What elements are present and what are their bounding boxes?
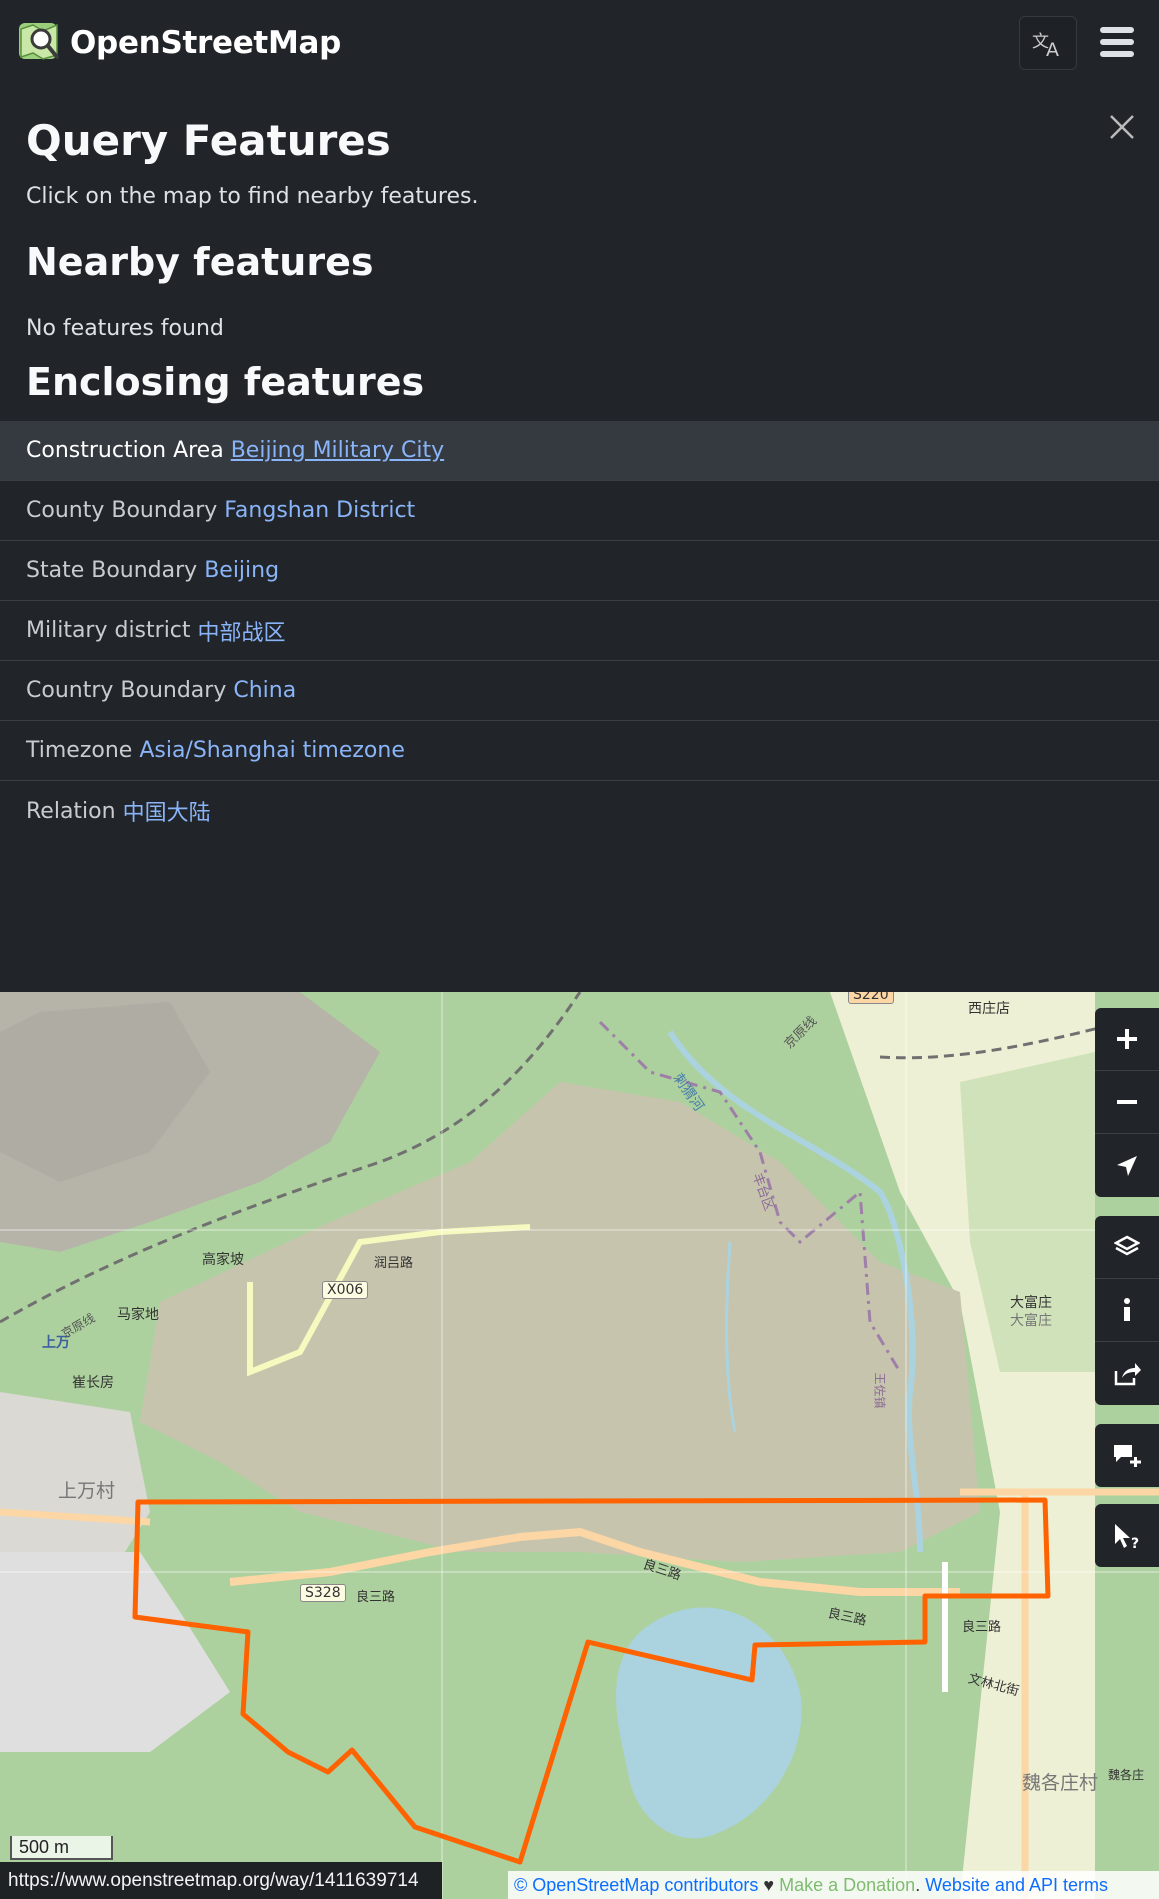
translate-icon: 文 A bbox=[1032, 32, 1059, 59]
map-label: 马家地 bbox=[117, 1307, 159, 1323]
feature-link[interactable]: 中部战区 bbox=[198, 615, 286, 647]
enclosing-feature-item[interactable]: Country Boundary China bbox=[0, 661, 1159, 721]
layers-button[interactable] bbox=[1095, 1216, 1159, 1279]
enclosing-feature-item[interactable]: Construction Area Beijing Military City bbox=[0, 421, 1159, 481]
zoom-in-icon bbox=[1117, 1029, 1137, 1049]
svg-text:A: A bbox=[1046, 39, 1059, 59]
feature-link[interactable]: Beijing bbox=[204, 558, 279, 583]
add-note-button[interactable] bbox=[1095, 1424, 1159, 1487]
map-label: 润吕路 bbox=[374, 1256, 414, 1271]
hamburger-menu-icon bbox=[1100, 27, 1134, 57]
road-shield: X006 bbox=[322, 1281, 369, 1299]
map-label: 大富庄 bbox=[1010, 1295, 1052, 1311]
nearby-empty-message: No features found bbox=[26, 316, 224, 341]
heart-icon: ♥ bbox=[763, 1875, 775, 1895]
map-label: 王佐镇 bbox=[872, 1372, 887, 1409]
enclosing-feature-item[interactable]: Relation 中国大陆 bbox=[0, 781, 1159, 841]
feature-type: Military district bbox=[26, 618, 191, 643]
locate-button[interactable] bbox=[1095, 1134, 1159, 1197]
language-button[interactable]: 文 A bbox=[1019, 16, 1077, 70]
map-label: 大富庄 bbox=[1010, 1313, 1052, 1329]
map-label: 高家坡 bbox=[202, 1252, 244, 1268]
map-label: 良三路 bbox=[356, 1590, 396, 1605]
feature-link[interactable]: Fangshan District bbox=[224, 498, 415, 523]
close-icon[interactable] bbox=[1105, 110, 1139, 144]
map-scale: 500 m bbox=[10, 1836, 113, 1860]
feature-link[interactable]: Beijing Military City bbox=[231, 438, 444, 463]
hamburger-menu-button[interactable] bbox=[1096, 24, 1142, 64]
info-icon bbox=[1124, 1298, 1130, 1321]
nearby-features-heading: Nearby features bbox=[26, 240, 374, 284]
map-canvas[interactable]: 高家坡 X006 润吕路 马家地 上万 崔长房 上万村 S328 良三路 良三路… bbox=[0, 992, 1159, 1899]
query-features-panel: Query Features Click on the map to find … bbox=[0, 92, 1159, 992]
attribution: © OpenStreetMap contributors ♥ Make a Do… bbox=[508, 1871, 1159, 1899]
copyright-link[interactable]: © OpenStreetMap contributors bbox=[514, 1875, 758, 1895]
svg-text:?: ? bbox=[1131, 1536, 1139, 1550]
map-label: 上万村 bbox=[58, 1480, 116, 1502]
map-tiles[interactable] bbox=[0, 992, 1159, 1899]
feature-type: County Boundary bbox=[26, 498, 218, 523]
page-subtitle: Click on the map to find nearby features… bbox=[26, 184, 479, 209]
zoom-out-icon bbox=[1117, 1100, 1137, 1104]
enclosing-feature-item[interactable]: Timezone Asia/Shanghai timezone bbox=[0, 721, 1159, 781]
share-icon bbox=[1114, 1362, 1141, 1385]
map-key-button[interactable] bbox=[1095, 1279, 1159, 1342]
feature-link[interactable]: China bbox=[233, 678, 296, 703]
feature-type: Country Boundary bbox=[26, 678, 227, 703]
query-features-icon: ? bbox=[1115, 1523, 1139, 1550]
donate-link[interactable]: Make a Donation bbox=[779, 1875, 915, 1895]
enclosing-feature-item[interactable]: Military district 中部战区 bbox=[0, 601, 1159, 661]
map-label: 良三路 bbox=[962, 1620, 1002, 1635]
status-url: https://www.openstreetmap.org/way/141163… bbox=[0, 1862, 442, 1899]
zoom-in-button[interactable] bbox=[1095, 1008, 1159, 1071]
enclosing-feature-item[interactable]: County Boundary Fangshan District bbox=[0, 481, 1159, 541]
locate-icon bbox=[1117, 1155, 1137, 1176]
map-label: 魏各庄村 bbox=[1022, 1772, 1099, 1794]
top-navbar: OpenStreetMap 文 A bbox=[0, 0, 1159, 92]
terms-link[interactable]: Website and API terms bbox=[925, 1875, 1108, 1895]
road-shield: S220 bbox=[848, 992, 894, 1004]
feature-type: Construction Area bbox=[26, 438, 224, 463]
feature-link[interactable]: 中国大陆 bbox=[123, 795, 211, 827]
brand-title[interactable]: OpenStreetMap bbox=[70, 25, 341, 61]
feature-type: Relation bbox=[26, 798, 116, 824]
feature-type: State Boundary bbox=[26, 558, 198, 583]
map-label: 崔长房 bbox=[72, 1375, 114, 1391]
query-tool: ? bbox=[1095, 1504, 1159, 1567]
enclosing-feature-item[interactable]: State Boundary Beijing bbox=[0, 541, 1159, 601]
openstreetmap-logo[interactable] bbox=[17, 19, 61, 63]
enclosing-features-heading: Enclosing features bbox=[26, 360, 425, 404]
road-shield: S328 bbox=[300, 1584, 346, 1602]
layers-icon bbox=[1114, 1235, 1140, 1256]
note-tool bbox=[1095, 1424, 1159, 1487]
map-tools bbox=[1095, 1216, 1159, 1405]
map-label: 魏各庄 bbox=[1108, 1768, 1145, 1782]
map-label: 西庄店 bbox=[968, 1001, 1010, 1017]
add-note-icon bbox=[1114, 1444, 1141, 1467]
feature-type: Timezone bbox=[26, 738, 133, 763]
page-title: Query Features bbox=[26, 116, 391, 165]
query-features-button[interactable]: ? bbox=[1095, 1504, 1159, 1567]
feature-link[interactable]: Asia/Shanghai timezone bbox=[139, 738, 405, 763]
separator: . bbox=[915, 1875, 921, 1895]
zoom-out-button[interactable] bbox=[1095, 1071, 1159, 1134]
zoom-controls bbox=[1095, 1008, 1159, 1197]
enclosing-features-list: Construction Area Beijing Military City … bbox=[0, 421, 1159, 841]
share-button[interactable] bbox=[1095, 1342, 1159, 1405]
